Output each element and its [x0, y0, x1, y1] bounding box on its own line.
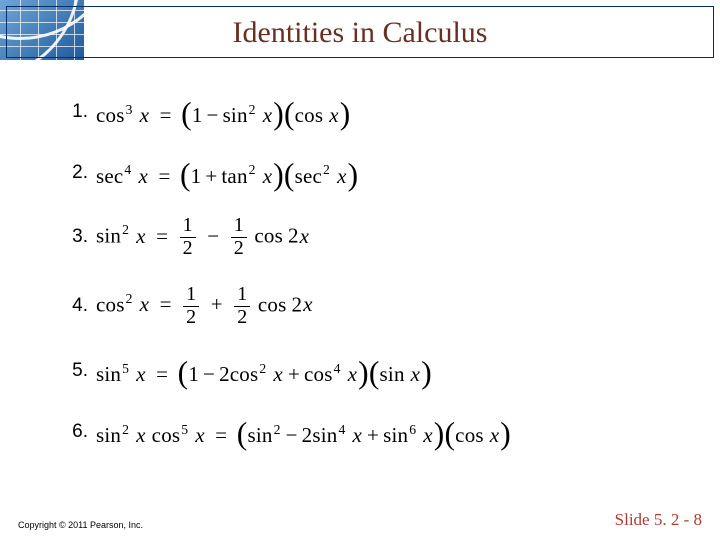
- equation-1: 1. cos3x = (1−sin2x)(cosx): [60, 95, 680, 130]
- eq-number: 4.: [60, 296, 88, 317]
- slide-title: Identities in Calculus: [0, 16, 720, 50]
- slide-number: Slide 5. 2 - 8: [615, 510, 702, 530]
- eq-math: sin2xcos5x = (sin2−2sin4x+sin6x)(cosx): [96, 415, 511, 450]
- eq-number: 1.: [60, 102, 88, 123]
- equation-4: 4. cos2x = 12 + 12 cos2x: [60, 285, 680, 328]
- eq-math: cos2x = 12 + 12 cos2x: [96, 285, 314, 328]
- equation-2: 2. sec4x = (1+tan2x)(sec2x): [60, 156, 680, 191]
- equation-3: 3. sin2x = 12 − 12 cos2x: [60, 216, 680, 259]
- eq-math: sin2x = 12 − 12 cos2x: [96, 216, 310, 259]
- equation-5: 5. sin5x = (1−2cos2x+cos4x)(sinx): [60, 354, 680, 389]
- eq-number: 2.: [60, 163, 88, 184]
- eq-number: 3.: [60, 227, 88, 248]
- copyright-text: Copyright © 2011 Pearson, Inc.: [18, 520, 143, 530]
- eq-number: 5.: [60, 361, 88, 382]
- content-area: 1. cos3x = (1−sin2x)(cosx) 2. sec4x = (1…: [60, 95, 680, 475]
- eq-math: cos3x = (1−sin2x)(cosx): [96, 95, 350, 130]
- eq-math: sec4x = (1+tan2x)(sec2x): [96, 156, 358, 191]
- slide: Identities in Calculus 1. cos3x = (1−sin…: [0, 0, 720, 540]
- equation-6: 6. sin2xcos5x = (sin2−2sin4x+sin6x)(cosx…: [60, 415, 680, 450]
- eq-math: sin5x = (1−2cos2x+cos4x)(sinx): [96, 354, 432, 389]
- eq-number: 6.: [60, 422, 88, 443]
